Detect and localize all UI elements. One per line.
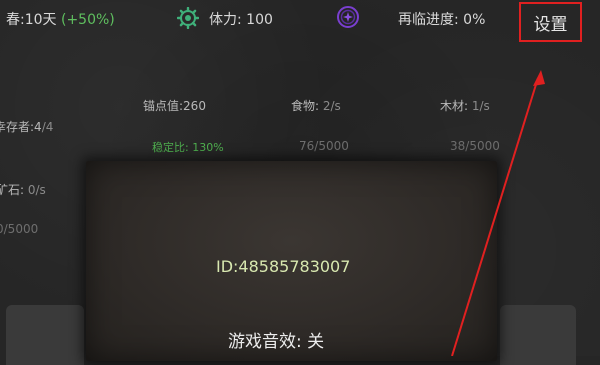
stamina-display: 体力: 100 (209, 9, 273, 29)
settings-label: 设置 (533, 14, 568, 35)
survivors-label: 幸存者:4 (0, 120, 42, 134)
wood-rate: 木材: 1/s (440, 97, 490, 114)
ore-stock: 0/5000 (0, 222, 39, 236)
gear-icon (177, 7, 199, 29)
ore-label: 矿石: (0, 183, 25, 197)
stamina-label: 体力: (209, 12, 242, 28)
ore-rate-value: 0/s (27, 183, 46, 197)
portal-icon (337, 6, 359, 28)
wood-label: 木材: (440, 99, 469, 113)
ore-rate: 矿石: 0/s (0, 181, 46, 198)
settings-button[interactable]: 设置 (519, 2, 582, 42)
season-bonus: (+50%) (60, 12, 115, 28)
food-label: 食物: (291, 99, 320, 113)
food-stock: 76/5000 (299, 139, 349, 153)
stamina-value: 100 (246, 12, 273, 28)
return-progress: 再临进度: 0% (398, 9, 485, 29)
wood-stock: 38/5000 (450, 139, 500, 153)
food-rate-value: 2/s (322, 99, 341, 113)
right-button-edge[interactable] (500, 305, 576, 365)
player-id: ID:48585783007 (216, 257, 351, 276)
survivors-max: /4 (41, 120, 54, 134)
food-rate: 食物: 2/s (291, 97, 341, 114)
progress-value: 0% (463, 12, 486, 28)
anchor-value: 锚点值:260 (143, 99, 206, 113)
top-bar: 春:10天 (+50%) 体力: 100 再临进度: 0% 设置 (0, 0, 600, 42)
season-indicator: 春:10天 (+50%) (6, 9, 115, 29)
season-label: 春:10天 (6, 12, 57, 28)
survivors: 幸存者:4/4 (0, 118, 53, 135)
progress-label: 再临进度: (398, 12, 459, 28)
settings-dialog: ID:48585783007 游戏音效: 关 (86, 161, 497, 361)
wood-rate-value: 1/s (471, 99, 490, 113)
stability-ratio: 稳定比: 130% (152, 141, 224, 154)
sound-effects-toggle[interactable]: 游戏音效: 关 (228, 327, 324, 352)
left-button-edge[interactable] (6, 305, 84, 365)
